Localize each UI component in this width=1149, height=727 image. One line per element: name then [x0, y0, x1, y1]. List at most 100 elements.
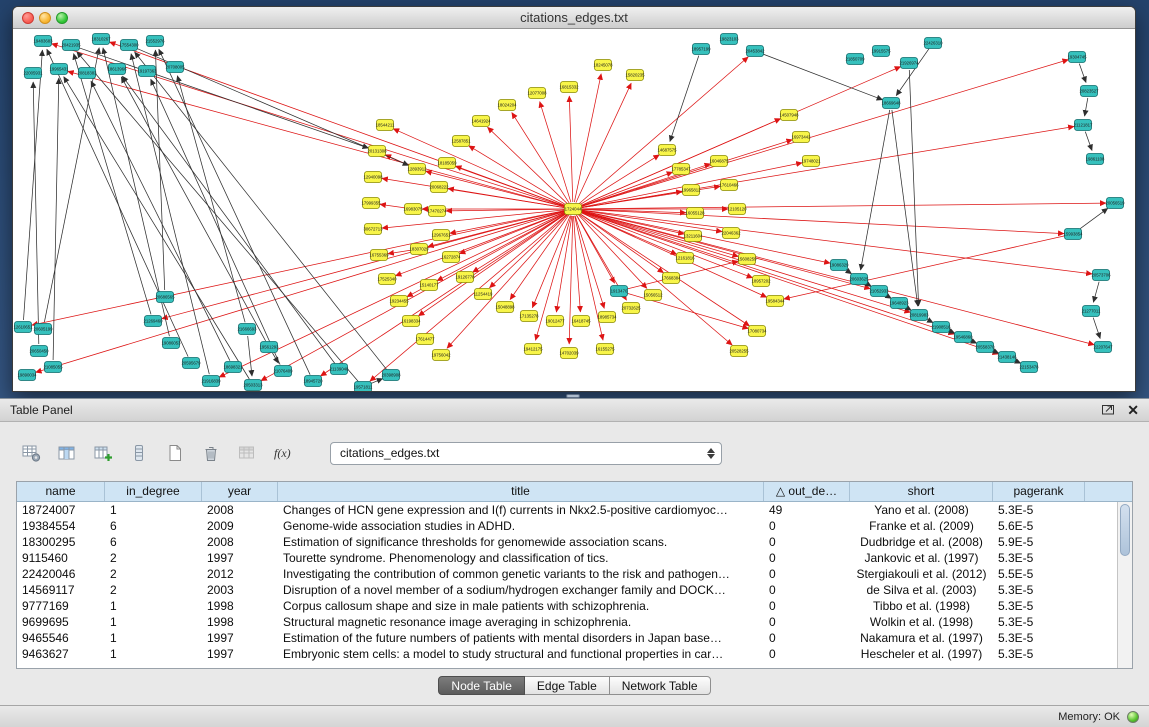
graph-node[interactable]: 16973442 [791, 132, 811, 143]
column-header-pagerank[interactable]: pagerank [993, 482, 1085, 501]
graph-node[interactable]: 20503313 [243, 380, 263, 391]
graph-node[interactable]: 18185059 [437, 158, 457, 169]
graph-edge[interactable] [579, 67, 900, 207]
graph-edge[interactable] [151, 79, 280, 364]
graph-edge[interactable] [469, 146, 567, 206]
graph-edge[interactable] [459, 212, 566, 254]
graph-node[interactable]: 19823103 [719, 34, 739, 45]
graph-edge[interactable] [1093, 282, 1099, 303]
graph-node[interactable]: 16055128 [685, 208, 705, 219]
graph-svg[interactable]: 1724044168153321207700818024204146419241… [13, 29, 1135, 391]
graph-node[interactable]: 17999355 [361, 198, 381, 209]
graph-edge[interactable] [1085, 132, 1092, 151]
graph-node[interactable]: 16983075 [403, 204, 423, 215]
graph-node[interactable]: 19197363 [137, 66, 157, 77]
graph-node[interactable]: 17470274 [427, 206, 447, 217]
graph-node[interactable]: 19748021 [801, 156, 821, 167]
table-row[interactable]: 1830029562008Estimation of significance … [17, 534, 1132, 550]
graph-node[interactable]: 18544211 [376, 120, 395, 131]
column-header-name[interactable]: name [17, 482, 105, 501]
column-header-short[interactable]: short [850, 482, 993, 501]
graph-node[interactable]: 18957202 [751, 276, 771, 287]
graph-node[interactable]: 18245078 [593, 60, 613, 71]
scrollbar-thumb[interactable] [1120, 504, 1130, 556]
graph-edge[interactable] [380, 204, 406, 208]
graph-node[interactable]: 18945720 [303, 376, 323, 387]
table-row[interactable]: 1456911722003Disruption of a novel membe… [17, 582, 1132, 598]
graph-edge[interactable] [784, 236, 1066, 300]
vertical-scrollbar[interactable] [1117, 502, 1132, 668]
graph-node[interactable]: 20819983 [909, 310, 929, 321]
graph-node[interactable]: 20708005 [165, 62, 185, 73]
graph-node[interactable]: 15820235 [625, 70, 645, 81]
graph-node[interactable]: 20528255 [729, 346, 749, 357]
window-titlebar[interactable]: citations_edges.txt [13, 7, 1135, 29]
graph-node[interactable]: 15993854 [1063, 229, 1083, 240]
graph-edge[interactable] [861, 110, 890, 270]
close-panel-icon[interactable]: ✕ [1127, 403, 1139, 417]
graph-node[interactable]: 21908516 [931, 322, 951, 333]
graph-node[interactable]: 22005931 [23, 68, 43, 79]
graph-edge[interactable] [578, 214, 732, 346]
function-builder-icon[interactable]: f(x) [268, 438, 298, 468]
table-row[interactable]: 969969511998Structural magnetic resonanc… [17, 614, 1132, 630]
graph-node[interactable]: 20068222 [429, 182, 449, 193]
graph-node[interactable]: 20732625 [621, 303, 641, 314]
graph-node[interactable]: 18613966 [107, 64, 127, 75]
graph-edge[interactable] [32, 211, 566, 326]
graph-node[interactable]: 19861108 [1086, 154, 1105, 165]
graph-node[interactable]: 22153478 [1019, 362, 1039, 373]
graph-node[interactable]: 16815332 [559, 82, 579, 93]
graph-node[interactable]: 12077008 [527, 88, 547, 99]
graph-node[interactable]: 20650450 [29, 346, 49, 357]
graph-edge[interactable] [580, 211, 739, 257]
column-header-in_degree[interactable]: in_degree [105, 482, 202, 501]
graph-node[interactable]: 19546860 [953, 332, 973, 343]
graph-edge[interactable] [131, 54, 209, 375]
graph-edge[interactable] [580, 172, 673, 207]
graph-edge[interactable] [473, 213, 567, 273]
column-header-title[interactable]: title [278, 482, 764, 501]
graph-node[interactable]: 12940098 [363, 172, 383, 183]
graph-node[interactable]: 21052933 [869, 286, 889, 297]
graph-edge[interactable] [74, 54, 151, 315]
graph-node[interactable]: 12967651 [431, 230, 451, 241]
graph-node[interactable]: 19483683 [33, 36, 53, 47]
graph-node[interactable]: 12610651 [13, 322, 33, 333]
minimize-window-button[interactable] [39, 12, 51, 24]
graph-node[interactable]: 21552976 [145, 36, 165, 47]
graph-node[interactable]: 14641924 [471, 116, 491, 127]
table-row[interactable]: 946554611997Estimation of the future num… [17, 630, 1132, 646]
graph-edge[interactable] [53, 78, 59, 360]
graph-edge[interactable] [77, 52, 359, 382]
float-panel-icon[interactable] [1101, 403, 1115, 418]
tab-node-table[interactable]: Node Table [438, 676, 525, 695]
graph-node[interactable]: 30672713 [363, 224, 383, 235]
graph-node[interactable]: 1913476 [611, 286, 628, 297]
tab-edge-table[interactable]: Edge Table [525, 676, 610, 695]
graph-node[interactable]: 19086329 [829, 260, 849, 271]
graph-edge[interactable] [248, 336, 252, 376]
graph-edge[interactable] [540, 102, 571, 203]
graph-node[interactable]: 16198334 [401, 316, 421, 327]
graph-node[interactable]: 19012477 [545, 316, 565, 327]
graph-node[interactable]: 19584344 [765, 296, 785, 307]
graph-edge[interactable] [68, 71, 567, 207]
graph-node[interactable]: 19234455 [389, 296, 409, 307]
graph-node[interactable]: 15608259 [737, 254, 757, 265]
graph-node[interactable]: 21121817 [1074, 120, 1093, 131]
close-window-button[interactable] [22, 12, 34, 24]
graph-node[interactable]: 17610466 [719, 180, 739, 191]
graph-node[interactable]: 19890034 [17, 370, 37, 381]
graph-edge[interactable] [626, 261, 739, 289]
graph-node[interactable]: 18310267 [91, 34, 111, 45]
graph-node[interactable]: 18985734 [597, 312, 617, 323]
graph-node[interactable]: 12587851 [451, 136, 471, 147]
create-column-icon[interactable] [88, 438, 118, 468]
graph-node[interactable]: 19412175 [523, 344, 543, 355]
graph-node[interactable]: 22207647 [1093, 342, 1113, 353]
graph-node[interactable]: 19304745 [1067, 52, 1087, 63]
graph-edge[interactable] [1093, 318, 1100, 339]
graph-node[interactable]: 16155275 [595, 344, 615, 355]
column-header-out_de[interactable]: △ out_de… [764, 482, 850, 501]
